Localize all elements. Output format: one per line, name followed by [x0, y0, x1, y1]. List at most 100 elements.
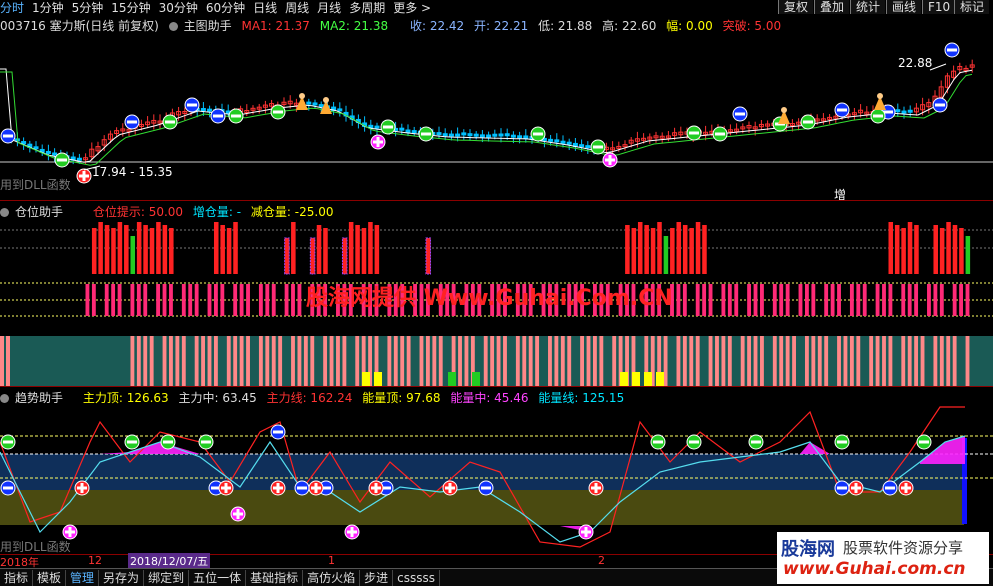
tab-save-as[interactable]: 另存为 [99, 569, 145, 586]
minus-signal-icon [294, 480, 310, 496]
tab-csssss[interactable]: csssss [393, 569, 440, 586]
period-tab-month[interactable]: 月线 [317, 0, 341, 16]
position-mid-bar [258, 284, 263, 316]
divider-main-position [0, 200, 993, 201]
tab-bind-to[interactable]: 绑定到 [144, 569, 190, 586]
position-mid-bar [914, 284, 919, 316]
position-low-bar [175, 336, 180, 386]
statistics-button[interactable]: 统计 [850, 0, 886, 14]
minus-signal-icon [270, 424, 286, 440]
green-signal-icon [198, 434, 214, 450]
overlay-button[interactable]: 叠加 [814, 0, 850, 14]
candle-body [473, 133, 479, 137]
position-mid-bar [156, 284, 161, 316]
position-top-bar [284, 237, 290, 275]
position-low-bar [888, 336, 893, 386]
position-low-bar [297, 336, 302, 386]
period-tab-30min[interactable]: 30分钟 [159, 0, 198, 16]
position-mid-bar [830, 284, 835, 316]
draw-line-button[interactable]: 画线 [886, 0, 922, 14]
candle-body [374, 125, 380, 129]
period-tab-day[interactable]: 日线 [253, 0, 277, 16]
position-mid-bar [721, 284, 726, 316]
tab-basic-indicator[interactable]: 基础指标 [246, 569, 304, 586]
position-top-bar [702, 225, 707, 274]
period-tab-week[interactable]: 周线 [285, 0, 309, 16]
position-low-bar [901, 336, 906, 386]
position-low-bar [303, 336, 308, 386]
candle-body [33, 146, 39, 150]
f10-button[interactable]: F10 [922, 0, 956, 14]
tab-five-in-one[interactable]: 五位一体 [189, 569, 247, 586]
position-mid-bar [220, 284, 225, 316]
position-mid-bar [965, 284, 970, 316]
tab-step[interactable]: 步进 [360, 569, 394, 586]
plusred-signal-icon [218, 480, 234, 496]
position-low-bar [727, 336, 732, 386]
plus-signal-icon [230, 506, 246, 522]
candle-body [405, 129, 411, 134]
logo-url: www.Guhai.com.cn [783, 559, 966, 579]
position-mid-bar [753, 284, 758, 316]
position-top-bar [117, 222, 123, 274]
position-top-bar [965, 236, 971, 274]
timeline-mark-1: 1 [328, 554, 335, 567]
period-tab-5min[interactable]: 5分钟 [72, 0, 104, 16]
plusred-signal-icon [76, 168, 92, 184]
minus-signal-icon [184, 97, 200, 113]
position-low-bar [612, 336, 617, 386]
green-signal-icon [748, 434, 764, 450]
tab-indicator[interactable]: 指标 [0, 569, 34, 586]
position-signal-bar [644, 372, 652, 386]
position-low-bar [522, 336, 527, 386]
position-low-bar [824, 336, 829, 386]
position-top-bar [894, 225, 900, 274]
period-tab-multi[interactable]: 多周期 [349, 0, 385, 16]
tab-flame[interactable]: 高仿火焰 [303, 569, 361, 586]
position-low-bar [278, 336, 283, 386]
position-top-bar [291, 222, 296, 274]
candle-body [455, 133, 461, 137]
timeline-mark-2: 2 [598, 554, 605, 567]
position-low-bar [226, 336, 231, 386]
candle-body [448, 133, 454, 137]
green-signal-icon [686, 125, 702, 141]
minus-signal-icon [124, 114, 140, 130]
tab-manage[interactable]: 管理 [66, 569, 100, 586]
restore-rights-button[interactable]: 复权 [778, 0, 814, 14]
timeline-cursor-date: 2018/12/07/五 [128, 553, 211, 569]
position-low-bar [965, 336, 970, 386]
plus-signal-icon [370, 134, 386, 150]
green-signal-icon [270, 104, 286, 120]
period-tab-fenshi[interactable]: 分时 [0, 0, 24, 16]
position-low-bar [554, 336, 559, 386]
position-low-bar [695, 336, 700, 386]
position-low-bar [753, 336, 758, 386]
period-tab-1min[interactable]: 1分钟 [32, 0, 64, 16]
position-mid-bar [169, 284, 173, 316]
period-tab-15min[interactable]: 15分钟 [111, 0, 150, 16]
plus-signal-icon [62, 524, 78, 540]
position-top-bar [361, 228, 367, 274]
position-mid-bar [888, 284, 893, 316]
position-low-bar [162, 336, 167, 386]
position-top-bar [323, 228, 328, 274]
period-tab-60min[interactable]: 60分钟 [206, 0, 245, 16]
position-low-bar [355, 336, 360, 386]
position-mid-bar [837, 284, 841, 316]
position-low-bar [715, 336, 719, 386]
position-top-bar [682, 225, 688, 274]
position-low-bar [400, 336, 405, 386]
candle-body [52, 152, 58, 156]
mark-button[interactable]: 标记 [954, 0, 990, 14]
trend-chart[interactable] [0, 402, 993, 552]
position-low-bar [580, 336, 584, 386]
minus-signal-icon [944, 42, 960, 58]
position-mid-bar [875, 284, 880, 316]
period-tab-more[interactable]: 更多 > [393, 0, 431, 16]
position-top-bar [136, 222, 142, 274]
position-low-bar [586, 336, 591, 386]
position-signal-bar [362, 372, 370, 386]
tab-template[interactable]: 模板 [33, 569, 67, 586]
low-price-label: 17.94 - 15.35 [92, 165, 173, 179]
